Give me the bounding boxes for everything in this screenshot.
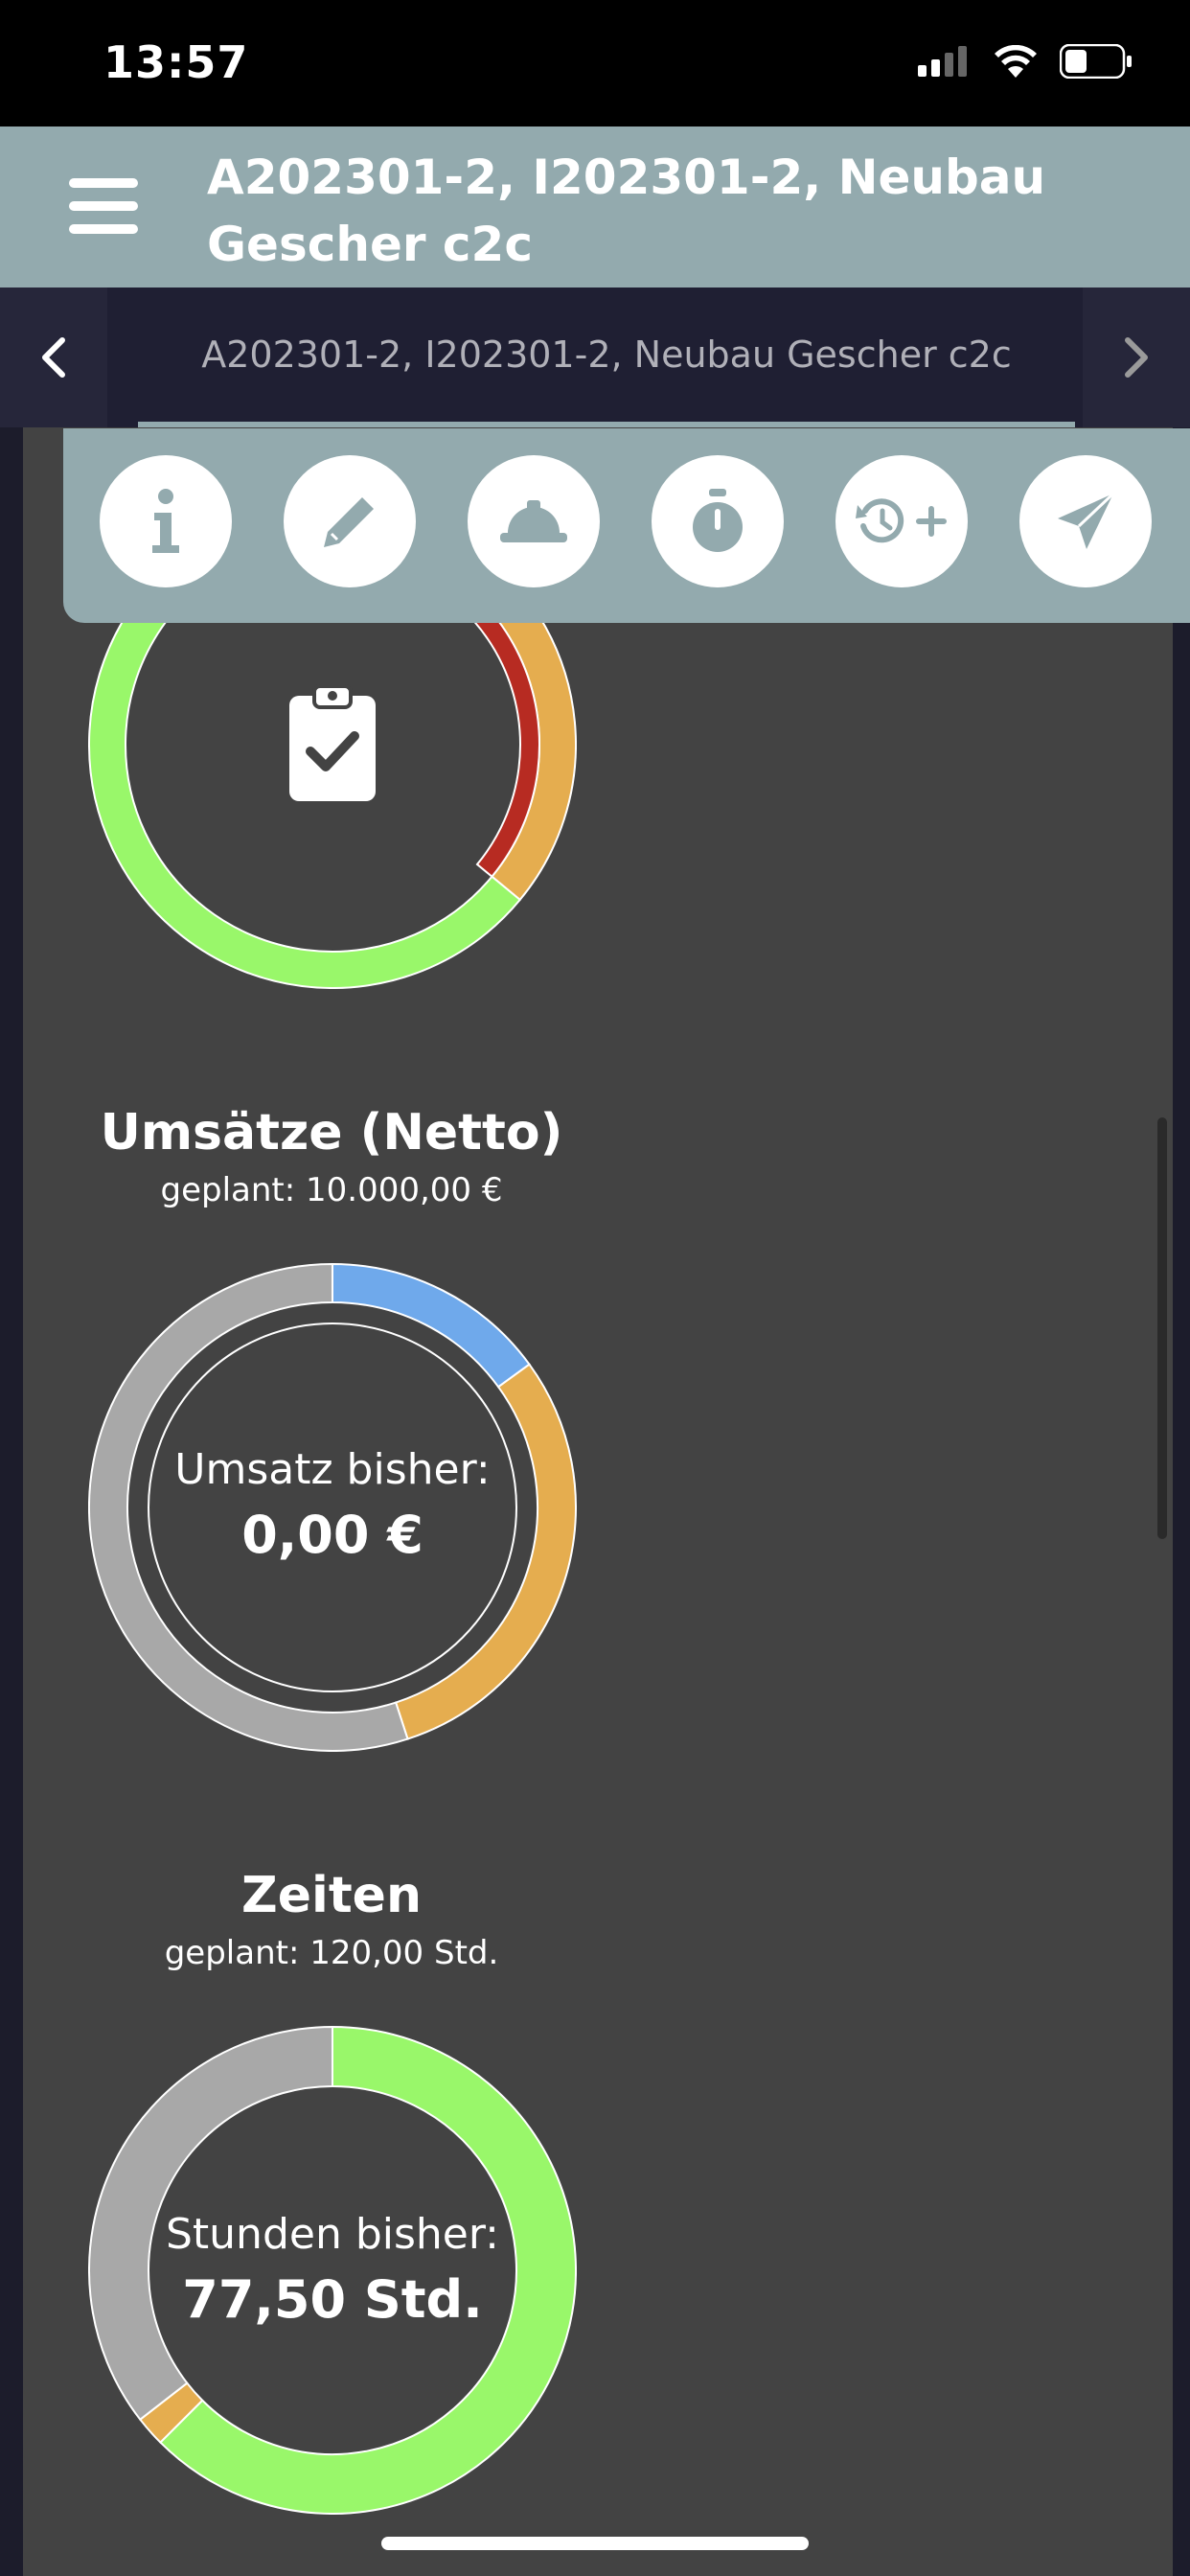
hard-hat-button[interactable] bbox=[468, 455, 600, 587]
info-icon bbox=[152, 489, 179, 553]
battery-icon bbox=[1060, 44, 1132, 79]
status-time: 13:57 bbox=[103, 36, 249, 88]
time-center-label: Stunden bisher: bbox=[165, 2210, 499, 2259]
send-button[interactable] bbox=[1019, 455, 1152, 587]
home-indicator[interactable] bbox=[381, 2537, 809, 2550]
cellular-signal-icon bbox=[918, 46, 967, 77]
scrollbar[interactable] bbox=[1157, 1117, 1167, 1539]
stopwatch-button[interactable] bbox=[652, 455, 784, 587]
clipboard-check-icon bbox=[289, 684, 376, 801]
history-add-icon bbox=[856, 498, 947, 543]
hard-hat-icon bbox=[500, 500, 567, 542]
tab-active[interactable]: A202301-2, I202301-2, Neubau Gescher c2c bbox=[138, 288, 1075, 427]
info-button[interactable] bbox=[100, 455, 232, 587]
history-add-button[interactable] bbox=[835, 455, 968, 587]
wifi-icon bbox=[995, 45, 1037, 78]
status-icons bbox=[918, 44, 1133, 79]
tab-next-button[interactable] bbox=[1083, 288, 1190, 427]
paper-plane-icon bbox=[1058, 492, 1115, 549]
chevron-left-icon bbox=[42, 337, 65, 378]
tab-bar: A202301-2, I202301-2, Neubau Gescher c2c bbox=[0, 288, 1190, 427]
time-center-value: 77,50 Std. bbox=[182, 2269, 483, 2330]
time-title: Zeiten bbox=[241, 1867, 422, 1924]
hamburger-menu-icon bbox=[69, 178, 138, 188]
revenue-center-label: Umsatz bisher: bbox=[174, 1445, 491, 1494]
tab-prev-button[interactable] bbox=[0, 288, 107, 427]
pencil-icon bbox=[324, 497, 374, 547]
edit-button[interactable] bbox=[284, 455, 416, 587]
status-bar: 13:57 bbox=[0, 0, 1190, 126]
menu-button[interactable] bbox=[59, 169, 146, 245]
action-toolbar bbox=[63, 428, 1190, 623]
chevron-right-icon bbox=[1125, 337, 1148, 378]
revenue-planned: geplant: 10.000,00 € bbox=[160, 1171, 503, 1209]
page-title: A202301-2, I202301-2, Neubau Gescher c2c bbox=[207, 150, 1046, 272]
revenue-title: Umsätze (Netto) bbox=[100, 1104, 563, 1162]
revenue-center-value: 0,00 € bbox=[241, 1505, 423, 1565]
time-planned: geplant: 120,00 Std. bbox=[164, 1934, 499, 1972]
stopwatch-icon bbox=[693, 489, 743, 552]
app-header: A202301-2, I202301-2, Neubau Gescher c2c bbox=[0, 126, 1190, 288]
